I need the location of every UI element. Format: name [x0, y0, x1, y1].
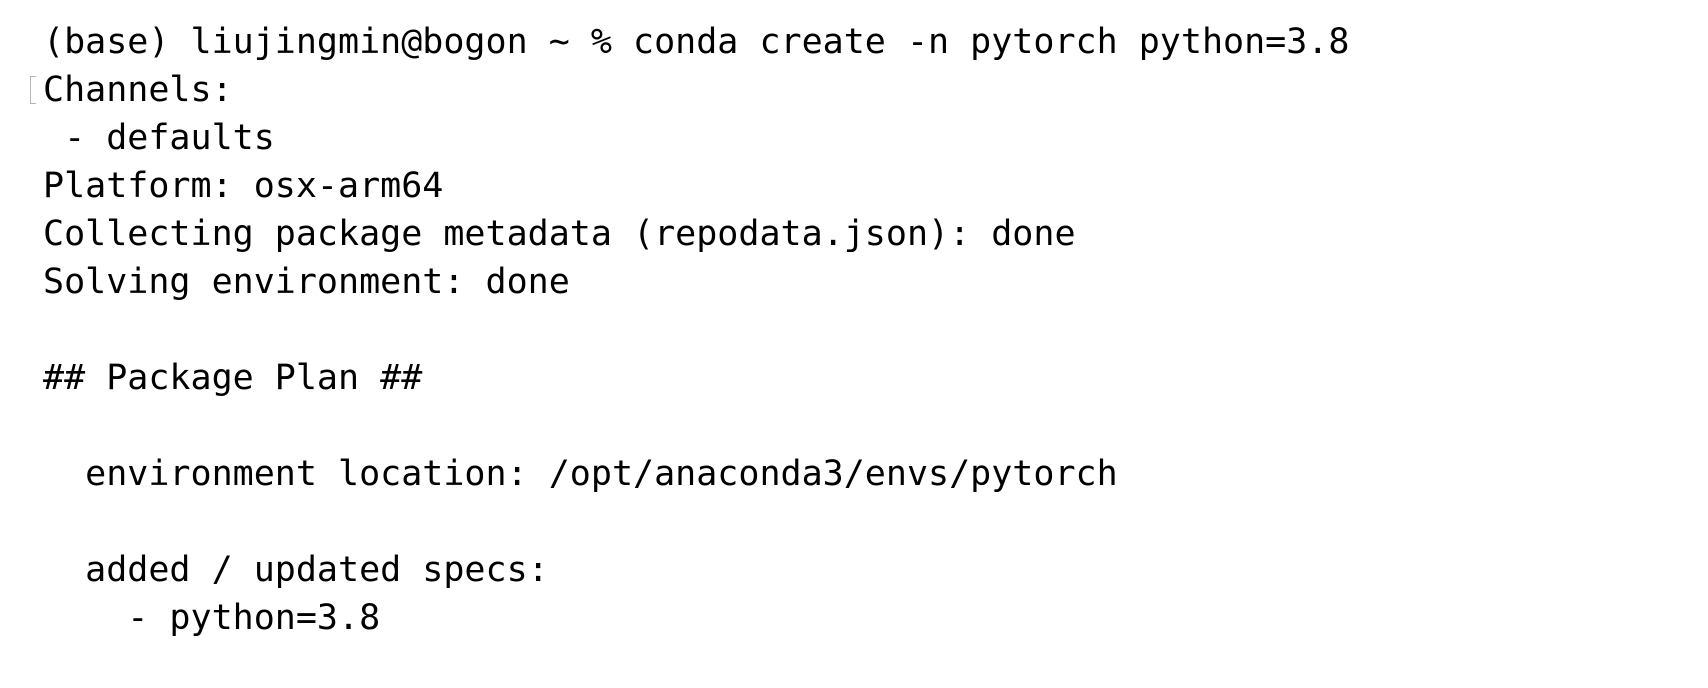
output-line-channels: Channels: — [30, 66, 1708, 114]
command-line: (base) liujingmin@bogon ~ % conda create… — [43, 22, 1350, 62]
output-line-package-plan: ## Package Plan ## — [43, 358, 423, 398]
output-line-defaults: - defaults — [43, 118, 275, 158]
output-text: Channels: — [43, 70, 233, 110]
output-line-solving: Solving environment: done — [43, 262, 570, 302]
output-line-python-spec: - python=3.8 — [43, 598, 381, 638]
output-line-platform: Platform: osx-arm64 — [43, 166, 444, 206]
line-mark-marker — [30, 76, 36, 104]
terminal-output[interactable]: (base) liujingmin@bogon ~ % conda create… — [0, 0, 1708, 688]
output-line-collecting: Collecting package metadata (repodata.js… — [43, 214, 1076, 254]
output-line-added-specs: added / updated specs: — [43, 550, 549, 590]
output-line-environment-location: environment location: /opt/anaconda3/env… — [43, 454, 1118, 494]
